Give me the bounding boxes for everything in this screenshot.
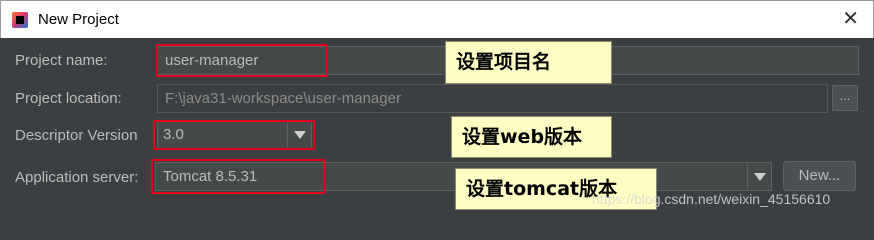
highlight-application-server xyxy=(151,159,325,194)
project-name-label: Project name: xyxy=(15,52,108,69)
callout-project-name: 设置项目名 xyxy=(445,41,612,84)
watermark: https://blog.csdn.net/weixin_45156610 xyxy=(592,191,831,207)
new-server-button[interactable]: New... xyxy=(783,161,856,191)
close-icon[interactable]: ✕ xyxy=(842,7,859,31)
chevron-down-icon[interactable] xyxy=(747,163,771,190)
application-server-label: Application server: xyxy=(15,169,139,186)
window-title: New Project xyxy=(38,11,119,28)
highlight-project-name xyxy=(156,44,328,77)
callout-web-version: 设置web版本 xyxy=(451,116,612,158)
intellij-icon xyxy=(12,12,28,28)
project-location-input[interactable]: F:\java31-workspace\user-manager xyxy=(157,84,828,113)
highlight-descriptor-version xyxy=(153,120,315,150)
project-location-label: Project location: xyxy=(15,90,122,107)
title-bar: New Project ✕ xyxy=(0,0,874,38)
descriptor-version-label: Descriptor Version xyxy=(15,127,138,144)
new-project-dialog: Project name: user-manager Project locat… xyxy=(0,38,874,219)
browse-button[interactable]: ... xyxy=(832,85,858,111)
